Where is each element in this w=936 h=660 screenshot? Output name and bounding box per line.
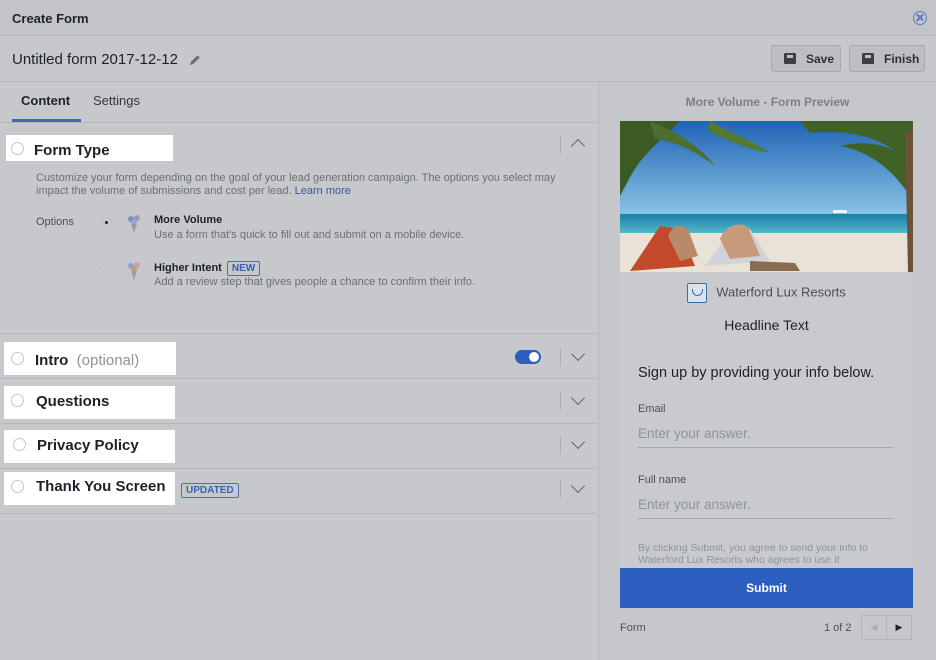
preview-panel: More Volume - Form Preview Waterford Lux… [598, 82, 936, 660]
option-title-text: Higher Intent [154, 262, 222, 274]
divider [560, 436, 561, 454]
section-title-text: Intro [35, 352, 69, 369]
pencil-icon[interactable] [189, 54, 201, 66]
section-intro: Intro (optional) [0, 335, 597, 379]
option-subtitle: Use a form that's quick to fill out and … [154, 229, 465, 241]
previous-page-button[interactable]: ◀ [861, 615, 887, 640]
divider [560, 348, 561, 366]
form-preview-card: Waterford Lux Resorts Headline Text Sign… [620, 121, 913, 608]
section-radio[interactable] [11, 142, 24, 155]
active-tab-indicator [12, 119, 81, 122]
brand-name: Waterford Lux Resorts [716, 284, 846, 300]
triangle-left-icon: ◀ [870, 622, 878, 632]
form-type-description: Customize your form depending on the goa… [36, 172, 556, 198]
section-title[interactable]: Form Type [34, 142, 110, 159]
option-title[interactable]: More Volume [154, 214, 222, 226]
chevron-down-icon[interactable] [570, 346, 586, 362]
email-label: Email [638, 403, 666, 415]
chevron-down-icon[interactable] [570, 478, 586, 494]
option-radio-higher-intent[interactable] [101, 263, 112, 274]
editor-tabs: Content Settings [0, 82, 597, 123]
dialog-titlebar: Create Form [0, 0, 936, 36]
dialog-title: Create Form [12, 11, 89, 26]
new-badge: NEW [226, 261, 261, 276]
intro-toggle[interactable] [515, 350, 541, 364]
folder-icon [784, 53, 796, 64]
full-name-label: Full name [638, 474, 687, 486]
divider [560, 136, 561, 154]
section-radio[interactable] [11, 394, 24, 407]
section-privacy-policy: Privacy Policy [0, 425, 597, 469]
section-radio[interactable] [11, 352, 24, 365]
option-radio-more-volume[interactable] [101, 217, 112, 228]
form-name[interactable]: Untitled form 2017-12-12 [12, 51, 178, 68]
preview-headline: Headline Text [724, 317, 809, 333]
close-icon[interactable] [913, 11, 927, 25]
chevron-down-icon[interactable] [570, 390, 586, 406]
finish-label: Finish [884, 51, 920, 66]
signup-text: Sign up by providing your info below. [638, 365, 875, 381]
section-title[interactable]: Privacy Policy [37, 437, 139, 454]
brand-row: Waterford Lux Resorts [620, 283, 913, 303]
tab-settings[interactable]: Settings [93, 93, 140, 108]
options-label: Options [36, 216, 74, 228]
email-field[interactable]: Enter your answer. [638, 426, 893, 448]
floppy-icon [862, 53, 874, 64]
option-title[interactable]: Higher Intent NEW [154, 261, 261, 276]
section-thank-you-screen: Thank You Screen UPDATED [0, 470, 597, 514]
updated-badge: UPDATED [181, 483, 239, 498]
finish-button[interactable]: Finish [849, 45, 925, 72]
optional-label: (optional) [76, 352, 140, 369]
bouquet-icon [128, 215, 140, 233]
option-subtitle: Add a review step that gives people a ch… [154, 276, 476, 288]
full-name-field[interactable]: Enter your answer. [638, 497, 893, 519]
bouquet-icon [128, 262, 140, 280]
section-questions: Questions [0, 380, 597, 424]
triangle-right-icon: ▶ [895, 622, 903, 632]
section-title[interactable]: Questions [36, 393, 109, 410]
section-title[interactable]: Thank You Screen [36, 478, 166, 495]
tab-content[interactable]: Content [21, 93, 70, 108]
divider [560, 480, 561, 498]
brand-logo-icon [687, 283, 708, 303]
next-page-button[interactable]: ▶ [886, 615, 912, 640]
section-radio[interactable] [13, 438, 26, 451]
beach-image [620, 121, 913, 272]
save-button[interactable]: Save [771, 45, 841, 72]
section-radio[interactable] [11, 480, 24, 493]
chevron-down-icon[interactable] [570, 434, 586, 450]
disclaimer-text: By clicking Submit, you agree to send yo… [638, 542, 868, 566]
preview-footer-label: Form [620, 622, 646, 634]
chevron-up-icon[interactable] [570, 138, 586, 154]
preview-title: More Volume - Form Preview [685, 95, 850, 109]
section-title[interactable]: Intro (optional) [35, 352, 139, 369]
editor-panel: Content Settings Form Type Customize you… [0, 82, 597, 660]
submit-button[interactable]: Submit [620, 568, 913, 608]
section-form-type: Form Type Customize your form depending … [0, 124, 597, 334]
save-label: Save [806, 51, 835, 66]
page-indicator: 1 of 2 [824, 622, 852, 634]
form-name-bar: Untitled form 2017-12-12 Save Finish [0, 37, 936, 82]
divider [560, 392, 561, 410]
learn-more-link[interactable]: Learn more [295, 185, 351, 197]
